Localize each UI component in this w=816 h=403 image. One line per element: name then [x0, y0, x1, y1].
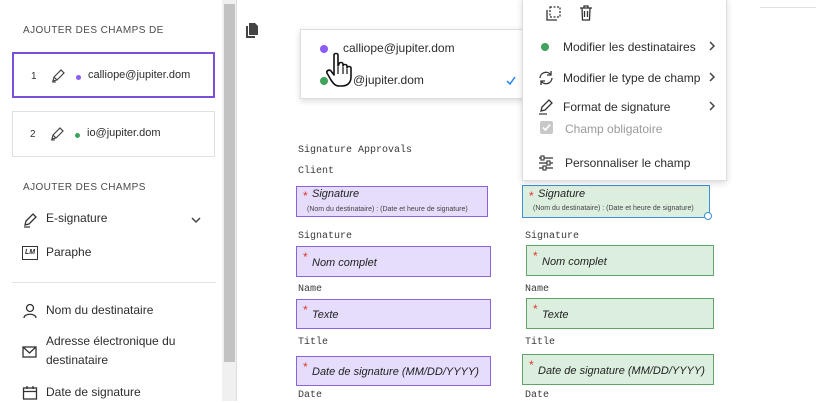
copy-document-icon[interactable] — [245, 22, 259, 39]
full-name-field-calliope[interactable]: * Nom complet — [296, 246, 491, 277]
calendar-icon — [22, 386, 38, 400]
field-context-menu: Modifier les destinataires Modifier le t… — [522, 0, 727, 181]
duplicate-icon[interactable] — [545, 6, 561, 22]
field-label: E-signature — [46, 211, 108, 225]
required-marker: * — [303, 303, 308, 317]
chevron-right-icon — [709, 72, 716, 82]
signature-field-calliope[interactable]: * Signature (Nom du destinataire) : (Dat… — [296, 186, 488, 217]
chevron-right-icon — [709, 101, 716, 111]
field-type-label: Texte — [312, 309, 339, 321]
signature-pen-icon — [24, 213, 37, 228]
menu-label: Format de signature — [563, 100, 671, 114]
scrollbar-thumb[interactable] — [224, 4, 235, 362]
full-name-field-io[interactable]: * Nom complet — [526, 245, 714, 276]
initials-icon: LM — [22, 246, 38, 260]
sliders-icon — [539, 155, 553, 171]
recipient-color-dot — [75, 133, 80, 138]
field-type-label: Nom complet — [312, 257, 377, 269]
doc-heading: Signature Approvals — [298, 145, 413, 156]
text-field-calliope[interactable]: * Texte — [296, 299, 491, 329]
required-marker: * — [303, 360, 308, 374]
label-signature-left: Signature — [298, 231, 353, 242]
field-type-label: Date de signature (MM/DD/YYYY) — [538, 365, 705, 377]
pen-icon — [51, 127, 64, 141]
add-fields-title: AJOUTER DES CHAMPS — [23, 182, 146, 193]
menu-modifier-destinataires[interactable]: Modifier les destinataires — [523, 34, 728, 60]
label-date-left: Date — [298, 390, 323, 401]
recipient-card-1[interactable]: 1 calliope@jupiter.dom — [12, 52, 215, 98]
menu-label: Modifier les destinataires — [563, 40, 696, 54]
recipient-card-2[interactable]: 2 io@jupiter.dom — [12, 111, 215, 157]
menu-modifier-type[interactable]: Modifier le type de champ — [523, 65, 728, 91]
resize-handle[interactable] — [704, 212, 712, 220]
dropdown-option-email: calliope@jupiter.dom — [343, 41, 455, 55]
text-field-io[interactable]: * Texte — [526, 298, 714, 329]
label-date-right: Date — [525, 390, 550, 401]
field-label: Paraphe — [46, 245, 92, 259]
chevron-down-icon[interactable] — [190, 215, 202, 225]
field-paraphe[interactable]: LM Paraphe — [22, 245, 207, 263]
label-signature-right: Signature — [525, 231, 580, 242]
required-marker: * — [303, 189, 308, 203]
recipient-email: calliope@jupiter.dom — [88, 69, 191, 81]
pen-icon — [52, 69, 65, 83]
top-divider — [760, 7, 816, 8]
add-fields-from-title: AJOUTER DES CHAMPS DE — [23, 25, 164, 36]
left-panel: AJOUTER DES CHAMPS DE 1 calliope@jupiter… — [0, 0, 222, 401]
field-type-label: Signature — [538, 188, 586, 200]
label-name-left: Name — [298, 284, 323, 295]
label-title-left: Title — [298, 337, 329, 348]
checkmark-icon — [506, 76, 516, 85]
menu-label: Personnaliser le champ — [565, 156, 691, 170]
required-marker: * — [529, 358, 534, 372]
person-icon — [23, 303, 37, 319]
label-name-right: Name — [525, 284, 550, 295]
field-label: Adresse électronique du destinataire — [46, 334, 176, 367]
required-marker: * — [303, 250, 308, 264]
field-esignature[interactable]: E-signature — [22, 211, 207, 229]
recipient-color-dot — [76, 75, 81, 80]
field-type-label: Signature — [312, 188, 360, 200]
required-marker: * — [529, 189, 534, 203]
label-client: Client — [298, 166, 335, 177]
signature-field-io-selected[interactable]: * Signature (Nom du destinataire) : (Dat… — [522, 185, 710, 218]
field-label: Date de signature — [46, 385, 141, 399]
required-marker: * — [533, 249, 538, 263]
field-label: Nom du destinataire — [46, 303, 154, 317]
menu-champ-obligatoire: Champ obligatoire — [523, 116, 728, 142]
field-type-label: Nom complet — [542, 256, 607, 268]
field-date-signature[interactable]: Date de signature — [22, 385, 207, 403]
menu-personnaliser[interactable]: Personnaliser le champ — [523, 150, 728, 176]
dropdown-option-email: @jupiter.dom — [353, 73, 424, 87]
field-type-label: Date de signature (MM/DD/YYYY) — [312, 366, 479, 378]
required-marker: * — [533, 302, 538, 316]
date-field-io[interactable]: * Date de signature (MM/DD/YYYY) — [522, 354, 714, 385]
recipient-index: 2 — [30, 129, 36, 140]
tool-rail — [237, 0, 273, 401]
recipient-email: io@jupiter.dom — [87, 127, 161, 139]
date-field-calliope[interactable]: * Date de signature (MM/DD/YYYY) — [296, 356, 491, 386]
signature-pen-icon — [539, 99, 553, 115]
menu-label: Champ obligatoire — [565, 122, 663, 136]
refresh-icon — [539, 71, 553, 85]
field-nom-destinataire[interactable]: Nom du destinataire — [22, 303, 207, 321]
checkbox-checked-disabled-icon — [540, 121, 553, 134]
recipient-index: 1 — [31, 71, 37, 82]
hand-pointer-cursor-icon — [326, 52, 352, 87]
label-title-right: Title — [525, 337, 556, 348]
field-subtext: (Nom du destinataire) : (Date et heure d… — [533, 205, 694, 212]
menu-label: Modifier le type de champ — [563, 71, 701, 85]
trash-icon[interactable] — [579, 5, 593, 21]
field-type-label: Texte — [542, 309, 569, 321]
recipient-color-dot — [541, 43, 549, 51]
envelope-icon — [22, 346, 37, 358]
divider — [12, 282, 216, 283]
field-subtext: (Nom du destinataire) : (Date et heure d… — [307, 206, 468, 213]
chevron-right-icon — [709, 41, 716, 51]
field-adresse[interactable]: Adresse électronique du destinataire — [22, 334, 207, 370]
